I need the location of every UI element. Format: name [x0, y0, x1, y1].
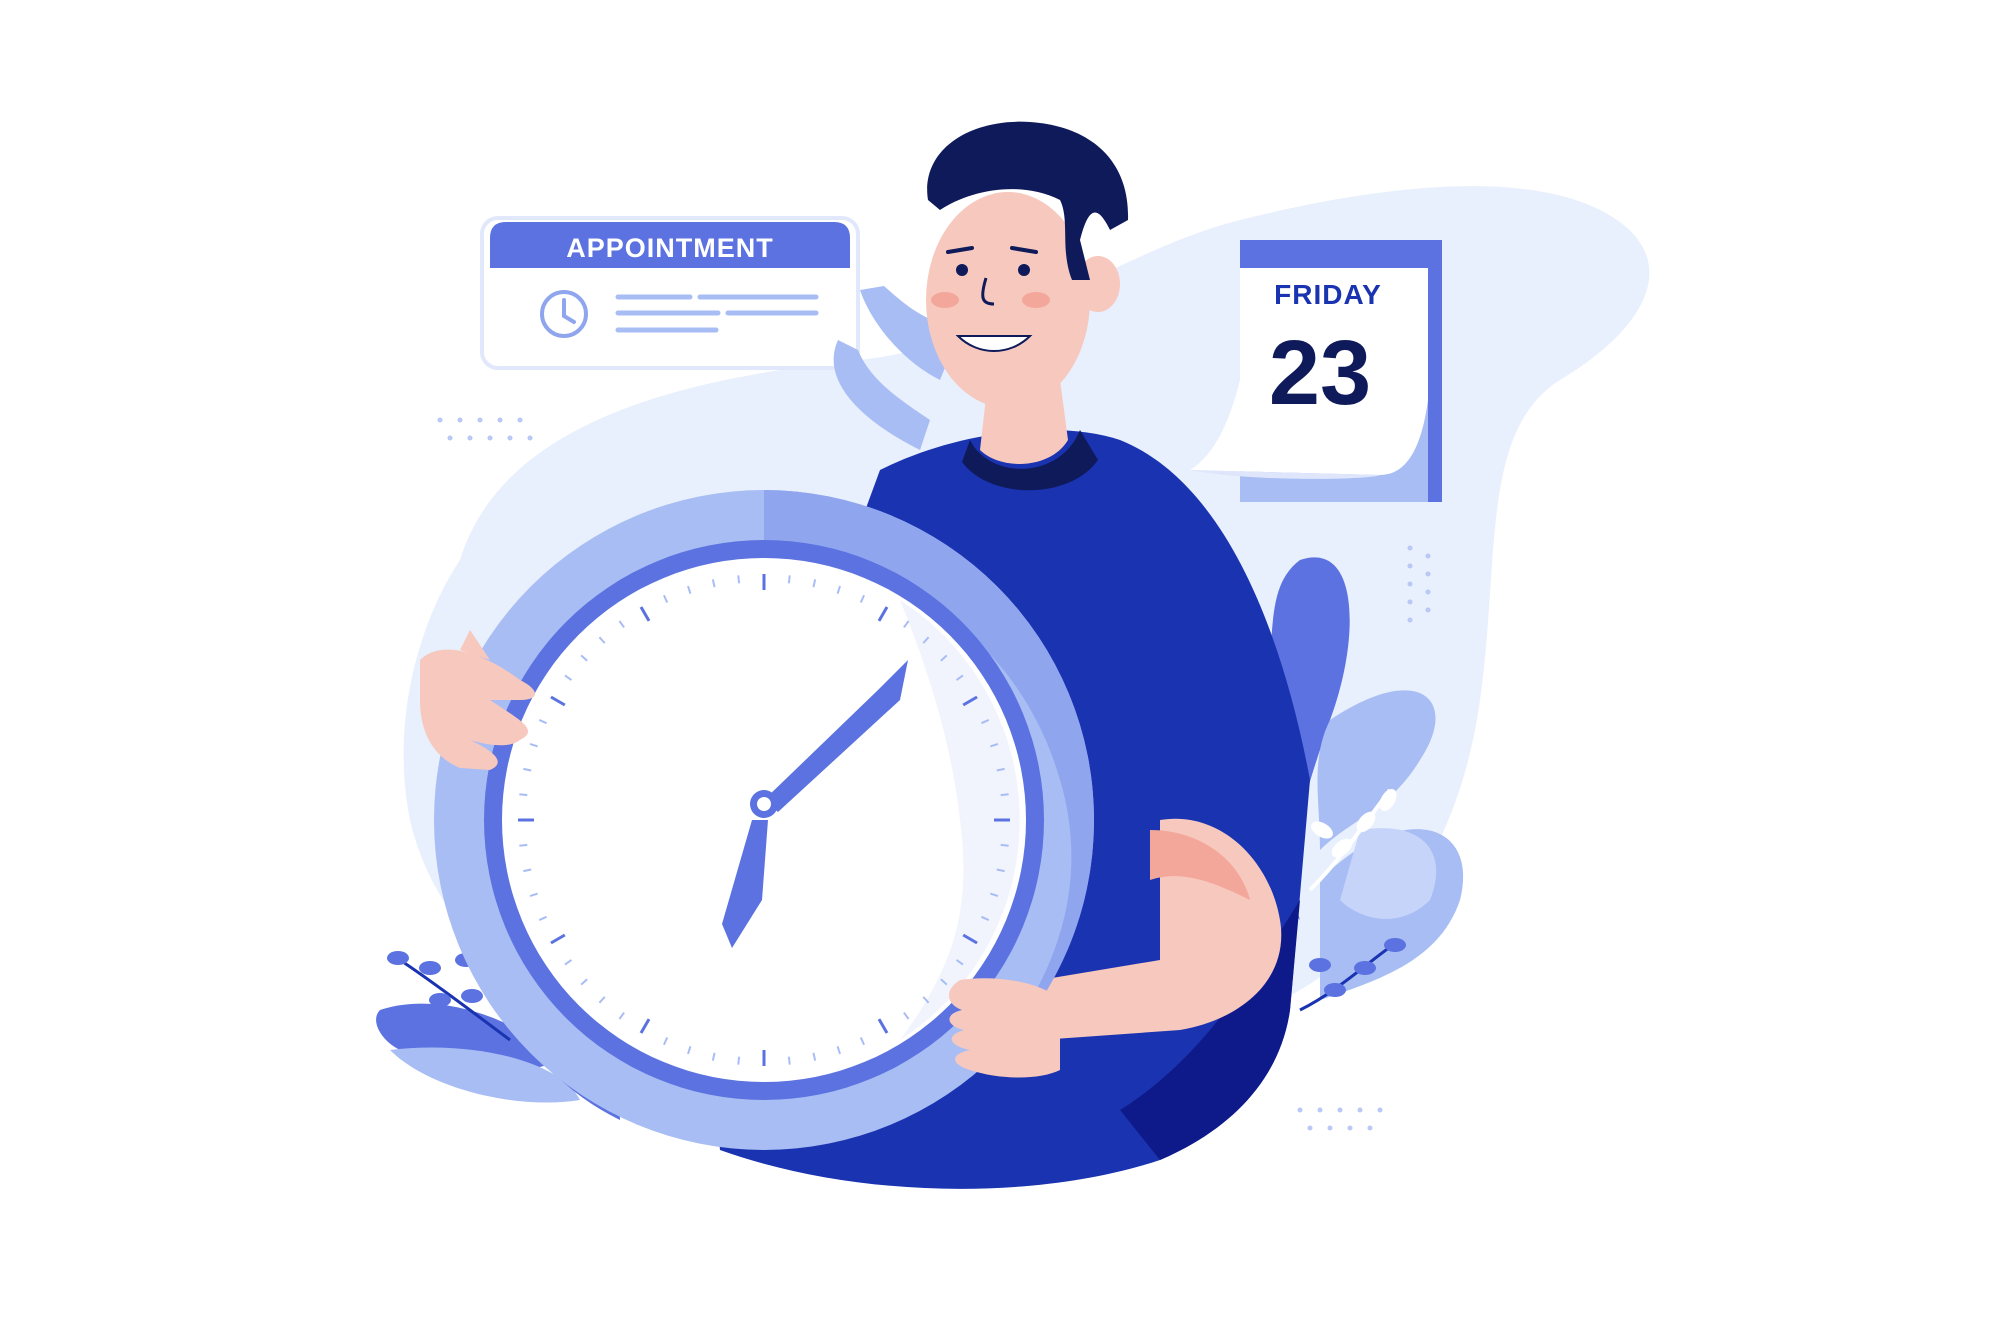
clock-tick: [1000, 793, 1009, 797]
clock-tick: [519, 793, 528, 797]
calendar-date: 23: [1269, 322, 1371, 424]
clock-tick: [519, 843, 528, 847]
clock-tick: [1000, 843, 1009, 847]
appointment-title: APPOINTMENT: [566, 233, 774, 263]
clock-tick: [737, 575, 741, 584]
calendar-day: FRIDAY: [1274, 279, 1382, 310]
appointment-illustration: APPOINTMENT FRIDAY 23: [376, 121, 1650, 1189]
clock-tick: [737, 1056, 741, 1065]
clock-tick: [787, 575, 791, 584]
appointment-card: APPOINTMENT: [480, 216, 860, 370]
clock-tick: [787, 1056, 791, 1065]
